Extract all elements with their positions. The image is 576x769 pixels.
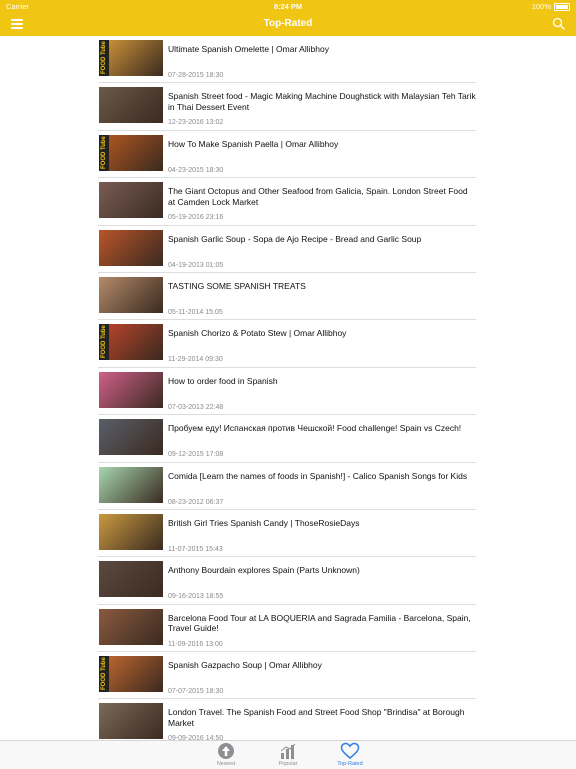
arrow-up-circle-icon [218,743,234,759]
video-thumbnail [99,229,163,266]
video-thumbnail [99,608,163,645]
clock: 8:24 PM [273,2,303,11]
video-row[interactable]: FOOD Tube How To Make Spanish Paella | Om… [98,131,476,179]
video-title: Ultimate Spanish Omelette | Omar Allibho… [168,44,329,54]
video-date: 09-12-2015 17:08 [168,451,224,459]
video-row[interactable]: How to order food in Spanish 07-03-2013 2… [98,368,476,416]
video-row[interactable]: Spanish Garlic Soup - Sopa de Ajo Recipe… [98,226,476,273]
video-thumbnail: FOOD Tube [99,324,163,361]
video-date: 11-29-2014 09:30 [168,356,223,364]
video-row[interactable]: FOOD Tube Ultimate Spanish Omelette | Oma… [98,36,476,84]
tab-label: Top-Rated [337,761,363,767]
battery-percent: 100% [531,2,551,11]
food-tube-logo: FOOD Tube [99,656,109,693]
video-row[interactable]: TASTING SOME SPANISH TREATS 05-11-2014 15… [98,273,476,321]
battery-indicator: 100% [532,2,570,11]
battery-icon [554,2,570,11]
video-date: 04-23-2015 18:30 [168,166,224,174]
video-title: Spanish Garlic Soup - Sopa de Ajo Recipe… [168,233,422,244]
video-date: 08-23-2012 06:37 [168,498,224,506]
tab-label: Popular [278,761,298,767]
video-title: Spanish Street food - Magic Making Machi… [168,91,476,112]
video-row[interactable]: Spanish Street food - Magic Making Machi… [98,83,476,131]
tab-top-rated[interactable]: Top-Rated [320,741,380,769]
video-date: 07-07-2015 18:30 [168,688,224,696]
video-row[interactable]: FOOD Tube Spanish Gazpacho Soup | Omar Al… [98,652,476,700]
search-icon[interactable] [552,17,565,30]
food-tube-logo: FOOD Tube [99,40,109,76]
video-date: 11-09-2016 13:00 [168,640,223,648]
video-row[interactable]: Barcelona Food Tour at LA BOQUERIA and S… [98,605,476,653]
video-date: 05-11-2014 15:05 [168,308,223,316]
video-row[interactable]: FOOD Tube Spanish Chorizo & Potato Stew |… [98,320,476,368]
video-title: London Travel. The Spanish Food and Stre… [168,707,465,728]
video-date: 11-07-2015 15:43 [168,545,223,553]
video-thumbnail [99,561,163,598]
video-thumbnail [99,703,163,740]
food-tube-logo: FOOD Tube [99,134,109,171]
video-date: 07-03-2013 22:48 [168,403,224,411]
video-title: Spanish Gazpacho Soup | Omar Allibhoy [168,660,322,671]
heart-icon [340,742,360,759]
bar-chart-icon [280,743,296,759]
video-title: How to order food in Spanish [168,375,278,386]
video-title: Пробуем еду! Испанская против Чешской! F… [168,423,462,434]
video-title: Barcelona Food Tour at LA BOQUERIA and S… [168,612,471,634]
tab-newest[interactable]: Newest [196,741,256,769]
video-thumbnail: FOOD Tube [99,134,163,171]
video-title: How To Make Spanish Paella | Omar Allibh… [168,138,339,149]
video-thumbnail [99,371,163,408]
video-date: 12-23-2016 13:02 [168,119,224,127]
page-title: Top-Rated [263,18,313,29]
video-title: British Girl Tries Spanish Candy | Those… [168,517,360,528]
video-thumbnail [99,466,163,503]
video-list: FOOD Tube Ultimate Spanish Omelette | Oma… [98,36,476,747]
video-row[interactable]: British Girl Tries Spanish Candy | Those… [98,510,476,558]
video-row[interactable]: Anthony Bourdain explores Spain (Parts U… [98,557,476,605]
tab-label: Newest [216,761,236,767]
video-date: 04-19-2013 01:05 [168,261,224,269]
video-thumbnail [99,182,163,219]
nav-bar: Top-Rated [0,13,576,36]
video-thumbnail: FOOD Tube [99,40,163,76]
tab-bar: Newest Popular Top-Rated [0,740,576,769]
video-thumbnail [99,276,163,313]
video-thumbnail [99,513,163,550]
video-row[interactable]: Comida [Learn the names of foods in Span… [98,463,476,510]
video-row[interactable]: Пробуем еду! Испанская против Чешской! F… [98,415,476,463]
video-thumbnail [99,419,163,456]
tab-popular[interactable]: Popular [258,741,318,769]
video-thumbnail: FOOD Tube [99,656,163,693]
video-row[interactable]: The Giant Octopus and Other Seafood from… [98,178,476,226]
video-date: 05-19-2016 23:16 [168,214,224,222]
video-title: TASTING SOME SPANISH TREATS [168,280,306,291]
status-bar: Carrier 8:24 PM 100% [0,0,576,13]
video-title: Anthony Bourdain explores Spain (Parts U… [168,565,360,576]
video-thumbnail [99,87,163,124]
video-title: Spanish Chorizo & Potato Stew | Omar All… [168,328,347,339]
video-date: 09-16-2013 18:55 [168,593,224,601]
food-tube-logo: FOOD Tube [99,324,109,361]
video-date: 07-28-2015 18:30 [168,72,224,79]
video-title: Comida [Learn the names of foods in Span… [168,470,468,481]
video-title: The Giant Octopus and Other Seafood from… [168,186,468,207]
